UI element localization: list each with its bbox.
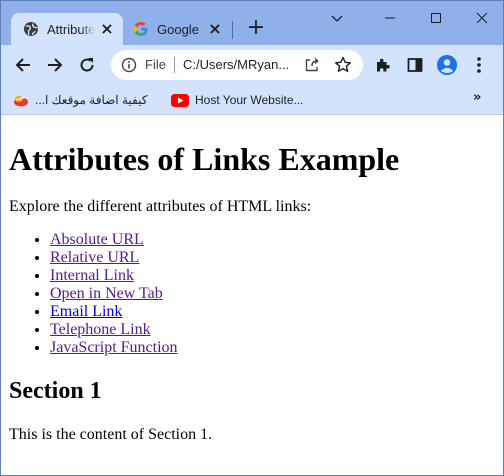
minimize-button[interactable] [367, 1, 413, 35]
forward-button[interactable] [43, 53, 67, 77]
tab-close-icon[interactable]: × [99, 21, 115, 37]
javascript-function-link[interactable]: JavaScript Function [50, 339, 178, 356]
browser-window: Attributes of Links Example × Google × + [0, 0, 504, 476]
toolbar: File C:/Users/MRyan... [1, 45, 503, 85]
bookmark-item[interactable]: Host Your Website... [171, 91, 304, 109]
side-panel-button[interactable] [403, 53, 427, 77]
minimize-icon [385, 17, 395, 19]
tab-close-icon[interactable]: × [207, 21, 223, 37]
reload-button[interactable] [75, 53, 99, 77]
list-item: Internal Link [50, 267, 178, 285]
profile-button[interactable] [435, 53, 459, 77]
bookmark-label: Host Your Website... [195, 93, 304, 107]
url-scheme-label: File [145, 57, 166, 72]
maximize-icon [431, 13, 441, 23]
address-bar[interactable]: File C:/Users/MRyan... [111, 50, 363, 80]
new-tab-link[interactable]: Open in New Tab [50, 285, 163, 302]
info-icon[interactable] [121, 57, 137, 73]
bookmarks-bar: كيفية اضافة موقعك ا... Host Your Website… [1, 85, 503, 115]
tab-separator [232, 21, 233, 39]
puzzle-icon [377, 58, 390, 72]
section-heading: Section 1 [9, 378, 102, 404]
url-text[interactable]: C:/Users/MRyan... [183, 57, 289, 72]
bookmark-label: كيفية اضافة موقعك ا... [35, 93, 148, 107]
chevron-down-icon [331, 15, 343, 22]
tab-attributes[interactable]: Attributes of Links Example × [11, 13, 123, 45]
internal-link[interactable]: Internal Link [50, 267, 134, 284]
list-item: Relative URL [50, 249, 178, 267]
list-item: Telephone Link [50, 321, 178, 339]
globe-icon [23, 21, 39, 37]
forward-arrow-icon [48, 58, 63, 72]
page-title: Attributes of Links Example [9, 141, 400, 177]
avatar-icon [437, 55, 457, 75]
bookmark-favicon-icon [13, 93, 29, 107]
kebab-menu-icon [477, 57, 481, 73]
list-item: Absolute URL [50, 231, 178, 249]
close-window-button[interactable] [459, 1, 503, 35]
new-tab-button[interactable]: + [245, 17, 267, 39]
tab-strip: Attributes of Links Example × Google × + [1, 1, 503, 45]
list-item: JavaScript Function [50, 339, 178, 357]
bookmarks-overflow-button[interactable]: » [473, 90, 481, 105]
tab-search-button[interactable] [315, 1, 359, 35]
extensions-button[interactable] [371, 53, 395, 77]
reload-icon [80, 58, 94, 72]
omnibox-divider [174, 57, 175, 73]
youtube-icon [171, 93, 189, 107]
maximize-button[interactable] [413, 1, 459, 35]
page-content: Attributes of Links Example Explore the … [1, 115, 503, 475]
bookmark-star-icon[interactable] [333, 55, 353, 75]
bookmark-item[interactable]: كيفية اضافة موقعك ا... [13, 91, 147, 109]
links-list: Absolute URL Relative URL Internal Link … [9, 231, 178, 357]
section-text: This is the content of Section 1. [9, 426, 213, 443]
absolute-url-link[interactable]: Absolute URL [50, 231, 144, 248]
side-panel-icon [407, 58, 423, 72]
intro-text: Explore the different attributes of HTML… [9, 198, 312, 215]
menu-button[interactable] [467, 53, 491, 77]
close-icon [476, 12, 488, 24]
list-item: Email Link [50, 303, 178, 321]
share-icon[interactable] [303, 56, 321, 74]
email-link[interactable]: Email Link [50, 303, 122, 320]
list-item: Open in New Tab [50, 285, 178, 303]
tab-title: Google [157, 21, 199, 37]
tab-title: Attributes of Links Example [47, 21, 95, 37]
relative-url-link[interactable]: Relative URL [50, 249, 139, 266]
telephone-link[interactable]: Telephone Link [50, 321, 151, 338]
google-icon [133, 21, 149, 37]
back-button[interactable] [11, 53, 35, 77]
back-arrow-icon [15, 58, 30, 72]
tab-google[interactable]: Google × [125, 13, 231, 45]
